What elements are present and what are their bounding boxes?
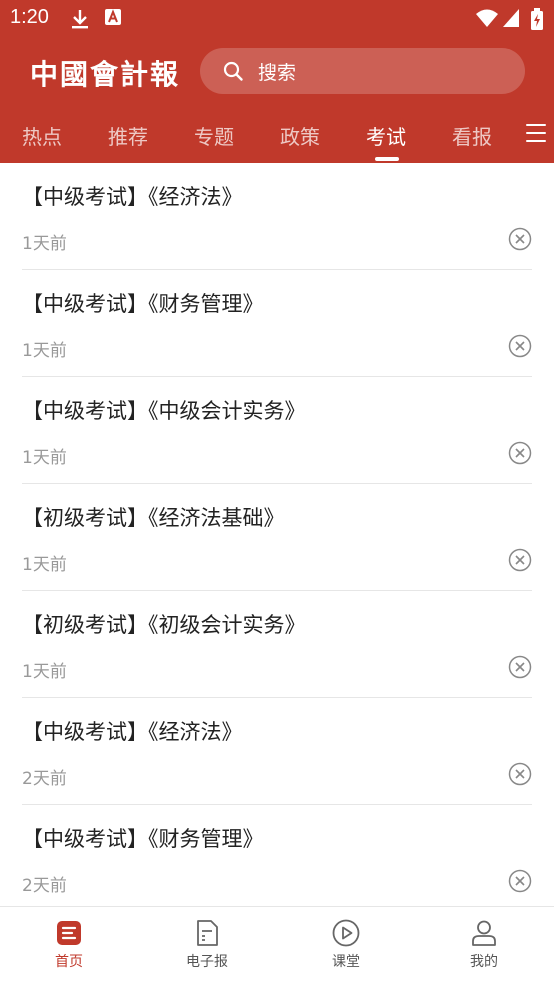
menu-icon[interactable]: [526, 124, 546, 144]
battery-icon: [531, 8, 543, 30]
nav-newspaper[interactable]: 电子报: [167, 919, 247, 971]
nav-classroom-label: 课堂: [332, 954, 360, 970]
dismiss-icon[interactable]: [508, 869, 532, 893]
download-icon: [72, 10, 88, 29]
tab-policy[interactable]: 政策: [280, 121, 320, 150]
app-logo: 中國會計報: [30, 58, 181, 91]
tab-recommend[interactable]: 推荐: [108, 121, 148, 150]
item-time: 1天前: [22, 341, 67, 361]
list-item[interactable]: 【初级考试】《初级会计实务》 1天前: [22, 591, 532, 698]
status-bar: 1:20: [0, 0, 554, 38]
list-item[interactable]: 【中级考试】《经济法》 2天前: [22, 698, 532, 805]
tab-read-paper[interactable]: 看报: [452, 121, 492, 150]
status-time: 1:20: [10, 6, 49, 28]
search-bar[interactable]: 搜索: [200, 48, 525, 94]
item-time: 1天前: [22, 555, 67, 575]
newspaper-icon: [197, 920, 218, 946]
play-icon: [332, 919, 360, 947]
item-title: 【中级考试】《财务管理》: [22, 292, 264, 316]
user-icon: [472, 920, 496, 946]
active-tab-indicator: [375, 157, 399, 161]
item-title: 【初级考试】《经济法基础》: [22, 506, 285, 530]
dismiss-icon[interactable]: [508, 441, 532, 465]
list-item[interactable]: 【中级考试】《财务管理》 1天前: [22, 270, 532, 377]
item-time: 2天前: [22, 876, 67, 896]
app-notification-icon: [105, 9, 121, 25]
search-placeholder: 搜索: [258, 61, 297, 84]
dismiss-icon[interactable]: [508, 334, 532, 358]
item-title: 【中级考试】《中级会计实务》: [22, 399, 306, 423]
bottom-navigation: 首页 电子报 课堂 我的: [0, 906, 554, 984]
item-time: 1天前: [22, 662, 67, 682]
nav-profile[interactable]: 我的: [444, 919, 524, 971]
nav-home-label: 首页: [55, 954, 83, 970]
item-title: 【中级考试】《财务管理》: [22, 827, 264, 851]
nav-home[interactable]: 首页: [29, 919, 109, 971]
dismiss-icon[interactable]: [508, 762, 532, 786]
item-title: 【初级考试】《初级会计实务》: [22, 613, 306, 637]
tab-hot[interactable]: 热点: [22, 121, 62, 150]
dismiss-icon[interactable]: [508, 548, 532, 572]
nav-profile-label: 我的: [470, 954, 498, 970]
signal-icon: [503, 9, 519, 27]
app-header: 1:20 中國會計報 搜索 热点 推荐 专题 政策 考试 看报: [0, 0, 554, 163]
item-time: 1天前: [22, 448, 67, 468]
item-time: 2天前: [22, 769, 67, 789]
list-item[interactable]: 【初级考试】《经济法基础》 1天前: [22, 484, 532, 591]
item-title: 【中级考试】《经济法》: [22, 720, 243, 744]
home-icon: [57, 921, 81, 945]
article-list: 【中级考试】《经济法》 1天前 【中级考试】《财务管理》 1天前 【中级考试】《…: [0, 163, 554, 906]
search-icon: [223, 61, 243, 81]
nav-newspaper-label: 电子报: [186, 954, 228, 970]
category-tabs: 热点 推荐 专题 政策 考试 看报: [0, 115, 554, 163]
item-title: 【中级考试】《经济法》: [22, 185, 243, 209]
nav-classroom[interactable]: 课堂: [306, 919, 386, 971]
tab-exam[interactable]: 考试: [366, 121, 406, 150]
wifi-icon: [476, 9, 498, 27]
list-item[interactable]: 【中级考试】《经济法》 1天前: [22, 163, 532, 270]
dismiss-icon[interactable]: [508, 227, 532, 251]
item-time: 1天前: [22, 234, 67, 254]
list-item[interactable]: 【中级考试】《中级会计实务》 1天前: [22, 377, 532, 484]
list-item[interactable]: 【中级考试】《财务管理》 2天前: [22, 805, 532, 906]
dismiss-icon[interactable]: [508, 655, 532, 679]
tab-topics[interactable]: 专题: [194, 121, 234, 150]
